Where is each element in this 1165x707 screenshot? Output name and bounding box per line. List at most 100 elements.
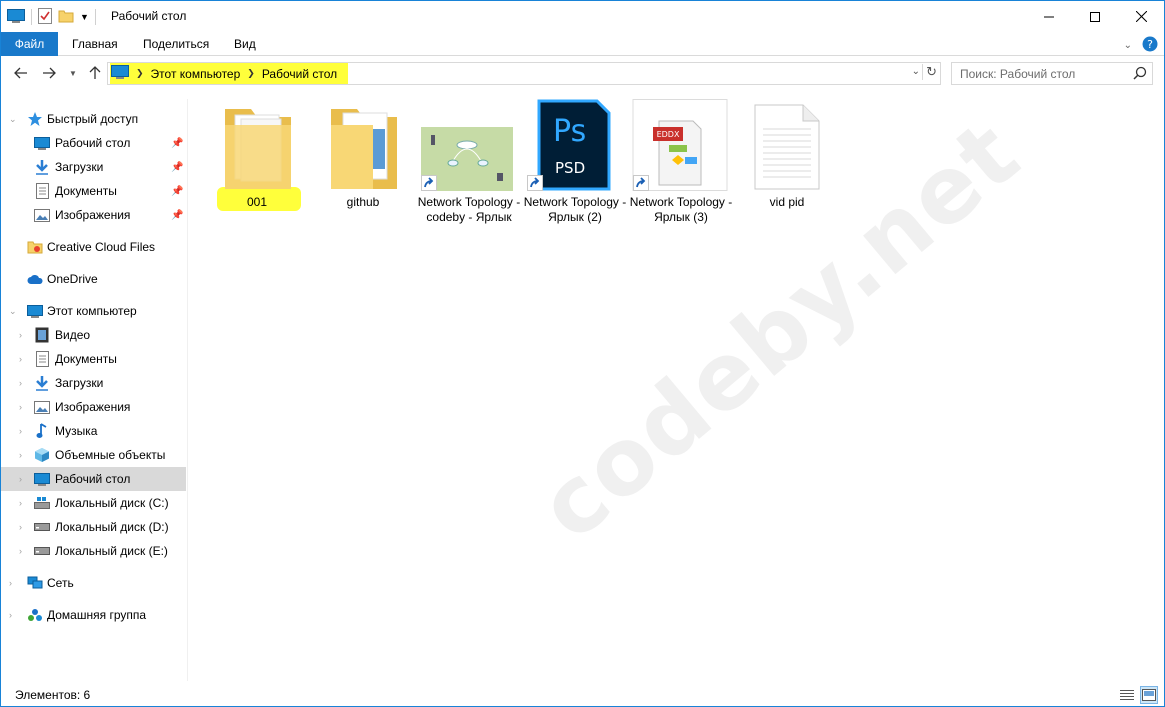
sidebar-item-label: Рабочий стол [55,472,131,486]
svg-text:?: ? [1147,38,1153,51]
large-icons-view-icon[interactable] [1140,686,1158,704]
sidebar-item-label: Изображения [55,400,131,414]
sidebar-item-drive-d[interactable]: › Локальный диск (D:) [1,515,186,539]
title-bar: ▼ Рабочий стол [1,1,1164,32]
computer-icon [111,65,129,82]
pin-icon[interactable]: 📌 [171,162,183,173]
chevron-right-icon[interactable]: › [19,354,22,364]
sidebar-item-3d-objects[interactable]: › Объемные объекты [1,443,186,467]
sidebar-item-label: Локальный диск (D:) [55,520,169,534]
explorer-window: ▼ Рабочий стол Файл Главная Поделиться В… [0,0,1165,707]
sidebar-item-drive-c[interactable]: › Локальный диск (C:) [1,491,186,515]
navigation-bar: ▼ ❯ Этот компьютер ❯ Рабочий стол ⌄ ↻ [1,57,1164,89]
help-icon[interactable]: ? [1142,36,1158,55]
sidebar-item-drive-e[interactable]: › Локальный диск (E:) [1,539,186,563]
file-item-001[interactable]: 001 [205,99,309,210]
minimize-button[interactable] [1026,1,1072,32]
maximize-button[interactable] [1072,1,1118,32]
sidebar-item-desktop[interactable]: › Рабочий стол [1,467,186,491]
document-icon [34,351,50,367]
sidebar-item-label: Локальный диск (C:) [55,496,169,510]
sidebar-item-onedrive[interactable]: OneDrive [1,267,186,291]
file-name: Network Topology - codeby - Ярлык [417,195,521,224]
chevron-down-icon[interactable]: ⌄ [9,114,17,125]
refresh-icon[interactable]: ↻ [922,64,937,80]
chevron-down-icon[interactable]: ⌄ [9,306,17,317]
breadcrumb-desktop[interactable]: Рабочий стол [262,67,337,81]
file-item-network-topology-codeby[interactable]: Network Topology - codeby - Ярлык [417,99,521,225]
tab-file[interactable]: Файл [1,32,58,56]
sidebar-item-quick-pictures[interactable]: Изображения 📌 [1,203,186,227]
customize-toolbar-icon[interactable]: ▼ [80,12,89,22]
star-icon [27,111,43,127]
view-switcher [1118,686,1158,704]
chevron-right-icon[interactable]: › [19,426,22,436]
file-item-network-topology-eddx[interactable]: EDDX Network Topology - Ярлык (3) [629,99,733,225]
pin-icon[interactable]: 📌 [171,186,183,197]
address-bar[interactable]: ❯ Этот компьютер ❯ Рабочий стол ⌄ ↻ [107,62,941,85]
sidebar-item-creative-cloud[interactable]: Creative Cloud Files [1,235,186,259]
sidebar-item-this-pc[interactable]: ⌄ Этот компьютер [1,299,186,323]
chevron-right-icon[interactable]: ❯ [244,68,258,79]
chevron-right-icon[interactable]: › [19,498,22,508]
chevron-right-icon[interactable]: › [9,578,12,588]
chevron-right-icon[interactable]: › [19,522,22,532]
chevron-down-icon[interactable]: ⌄ [912,66,920,77]
chevron-right-icon[interactable]: ❯ [133,68,147,79]
desktop-icon [34,135,50,151]
forward-button[interactable] [39,63,59,83]
svg-text:Ps: Ps [553,114,586,149]
tab-share[interactable]: Поделиться [129,32,223,56]
search-input[interactable] [952,63,1132,84]
sidebar-item-downloads[interactable]: › Загрузки [1,371,186,395]
tab-home[interactable]: Главная [58,32,132,56]
sidebar-item-quick-downloads[interactable]: Загрузки 📌 [1,155,186,179]
music-icon [34,423,50,439]
pictures-icon [34,399,50,415]
sidebar-item-documents[interactable]: › Документы [1,347,186,371]
pin-icon[interactable]: 📌 [171,138,183,149]
sidebar-item-network[interactable]: › Сеть [1,571,186,595]
breadcrumb-this-pc[interactable]: Этот компьютер [151,67,241,81]
sidebar-item-videos[interactable]: › Видео [1,323,186,347]
back-button[interactable] [11,63,31,83]
navigation-pane: ⌄ Быстрый доступ Рабочий стол 📌 Загрузки… [1,99,188,681]
sidebar-item-quick-desktop[interactable]: Рабочий стол 📌 [1,131,186,155]
chevron-right-icon[interactable]: › [19,450,22,460]
sidebar-item-pictures[interactable]: › Изображения [1,395,186,419]
sidebar-item-music[interactable]: › Музыка [1,419,186,443]
new-folder-icon[interactable] [58,8,74,27]
status-bar: Элементов: 6 [1,684,1164,706]
tab-view[interactable]: Вид [220,32,270,56]
chevron-right-icon[interactable]: › [19,378,22,388]
file-item-vid-pid[interactable]: vid pid [735,99,839,210]
properties-icon[interactable] [38,7,52,27]
chevron-right-icon[interactable]: › [19,330,22,340]
chevron-right-icon[interactable]: › [19,402,22,412]
sidebar-item-label: Объемные объекты [55,448,166,462]
computer-icon [27,303,43,319]
search-icon[interactable] [1133,66,1147,83]
drive-icon [34,543,50,559]
3d-objects-icon [34,447,50,463]
image-thumbnail [417,99,521,191]
close-button[interactable] [1118,1,1164,32]
chevron-right-icon[interactable]: › [19,474,22,484]
expand-ribbon-icon[interactable]: ⌄ [1124,40,1132,51]
file-name: github [346,195,380,209]
pin-icon[interactable]: 📌 [171,210,183,221]
sidebar-item-quick-access[interactable]: ⌄ Быстрый доступ [1,107,186,131]
file-item-github[interactable]: github [311,99,415,210]
chevron-right-icon[interactable]: › [9,610,12,620]
sidebar-item-homegroup[interactable]: › Домашняя группа [1,603,186,627]
video-icon [34,327,50,343]
desktop-icon [7,8,25,26]
recent-locations-icon[interactable]: ▼ [65,63,81,83]
details-view-icon[interactable] [1118,686,1136,704]
file-item-network-topology-psd[interactable]: Ps PSD Network Topology - Ярлык (2) [523,99,627,225]
sidebar-item-quick-documents[interactable]: Документы 📌 [1,179,186,203]
up-button[interactable] [85,63,105,83]
chevron-right-icon[interactable]: › [19,546,22,556]
toolbar-divider [31,9,32,25]
network-icon [27,575,43,591]
